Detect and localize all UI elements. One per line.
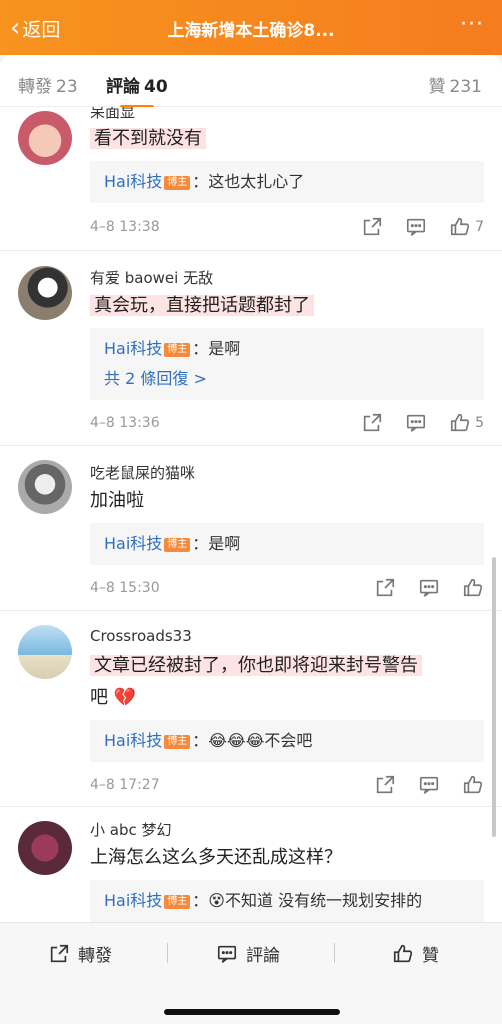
comment-actions	[352, 577, 484, 599]
reply-box[interactable]: Hai科技 博主 ：是啊 共 2 條回復 >	[90, 328, 484, 400]
comment-username[interactable]: 吃老鼠屎的猫咪	[90, 462, 195, 483]
author-badge: 博主	[164, 895, 191, 909]
reply-text: ：😂😂😂不会吧	[192, 731, 313, 750]
comment-icon[interactable]	[418, 577, 440, 599]
reply-author[interactable]: Hai科技	[104, 891, 162, 910]
like-icon[interactable]	[449, 412, 471, 434]
share-icon[interactable]	[374, 774, 396, 796]
tab-repost-count: 23	[56, 77, 78, 97]
comment-item: 呆面显 看不到就没有 Hai科技 博主 ：这也太扎心了 4–8 13:38 7	[0, 107, 502, 251]
like-icon[interactable]	[462, 577, 484, 599]
comment-item: 小 abc 梦幻 上海怎么这么多天还乱成这样？ Hai科技 博主 ：😵不知道 没有统…	[0, 807, 502, 922]
author-badge: 博主	[164, 343, 191, 357]
page-title: 上海新增本土确诊8...	[167, 21, 335, 41]
reply-author[interactable]: Hai科技	[104, 731, 162, 750]
share-icon[interactable]	[361, 412, 383, 434]
reply-author[interactable]: Hai科技	[104, 172, 162, 191]
tab-comment-count: 40	[144, 77, 168, 97]
avatar[interactable]	[18, 460, 72, 514]
reply-box[interactable]: Hai科技 博主 ：😂😂😂不会吧	[90, 720, 484, 762]
comment-username[interactable]: 小 abc 梦幻	[90, 819, 172, 840]
avatar[interactable]	[18, 266, 72, 320]
comment-label: 評論	[246, 946, 280, 966]
back-label: 返回	[22, 18, 61, 41]
home-indicator[interactable]	[164, 1009, 340, 1015]
repost-button[interactable]: 轉發	[48, 941, 112, 966]
avatar[interactable]	[18, 821, 72, 875]
comment-actions	[352, 774, 484, 796]
divider	[167, 943, 168, 963]
share-icon[interactable]	[361, 216, 383, 238]
comment-username[interactable]: 有爱 baowei 无敌	[90, 267, 213, 288]
more-icon[interactable]: ···	[460, 12, 484, 37]
like-icon[interactable]	[462, 774, 484, 796]
avatar[interactable]	[18, 625, 72, 679]
tab-comment[interactable]: 評論 40	[106, 72, 168, 109]
like-icon	[393, 944, 413, 962]
comment-item: 有爱 baowei 无敌 真会玩，直接把话题都封了 Hai科技 博主 ：是啊 共 2…	[0, 251, 502, 446]
comment-item: 吃老鼠屎的猫咪 加油啦 Hai科技 博主 ：是啊 4–8 15:30	[0, 446, 502, 611]
reply-text: ：这也太扎心了	[192, 172, 305, 191]
comment-time: 4–8 13:38	[90, 219, 160, 235]
comment-text: 文章已经被封了，你也即将迎来封号警告 吧 💔	[90, 650, 422, 714]
scrollbar[interactable]	[492, 557, 496, 837]
tab-bar: 轉發 23 評論 40 贊 231	[0, 55, 502, 109]
tab-like-count: 231	[449, 77, 482, 97]
share-icon[interactable]	[374, 577, 396, 599]
reply-text: ：是啊	[192, 534, 241, 553]
reply-box[interactable]: Hai科技博主：😵不知道 没有统一规划安排的 样子	[90, 880, 484, 922]
comment-text: 真会玩，直接把话题都封了	[90, 290, 314, 322]
comment-icon[interactable]	[405, 216, 427, 238]
like-label: 贊	[422, 946, 439, 966]
comment-username[interactable]: 呆面显	[90, 107, 135, 122]
comment-actions: 5	[339, 412, 484, 434]
comment-item: Crossroads33 文章已经被封了，你也即将迎来封号警告 吧 💔 Hai科…	[0, 611, 502, 807]
comment-actions: 7	[339, 216, 484, 238]
comment-time: 4–8 13:36	[90, 415, 160, 431]
comment-icon[interactable]	[418, 774, 440, 796]
bottom-action-bar: 轉發 評論 贊	[0, 922, 502, 1024]
author-badge: 博主	[164, 176, 191, 190]
divider	[334, 943, 335, 963]
tab-comment-label: 評論	[106, 77, 140, 97]
reply-text: ：😵不知道 没有统一规划安排的	[192, 891, 423, 910]
comment-text: 加油啦	[90, 490, 144, 511]
reply-author[interactable]: Hai科技	[104, 339, 162, 358]
comment-text: 上海怎么这么多天还乱成这样？	[90, 847, 342, 868]
comment-icon	[217, 945, 237, 963]
comment-list[interactable]: 呆面显 看不到就没有 Hai科技 博主 ：这也太扎心了 4–8 13:38 7 有爱…	[0, 107, 502, 922]
tab-repost-label: 轉發	[18, 77, 52, 97]
tab-like[interactable]: 贊 231	[429, 72, 482, 97]
repost-label: 轉發	[78, 946, 112, 966]
back-button[interactable]: ‹ 返回	[10, 12, 60, 44]
like-count: 7	[475, 219, 484, 235]
avatar[interactable]	[18, 111, 72, 165]
share-icon	[50, 944, 69, 962]
author-badge: 博主	[164, 735, 191, 749]
comment-time: 4–8 15:30	[90, 580, 160, 596]
tab-repost[interactable]: 轉發 23	[18, 72, 78, 97]
chevron-left-icon: ‹	[10, 13, 21, 43]
comment-time: 4–8 17:27	[90, 777, 160, 793]
like-button[interactable]: 贊	[392, 941, 439, 966]
like-count: 5	[475, 415, 484, 431]
top-nav-bar: ‹ 返回 上海新增本土确诊8... ···	[0, 0, 502, 55]
comment-icon[interactable]	[405, 412, 427, 434]
reply-box[interactable]: Hai科技 博主 ：是啊	[90, 523, 484, 565]
reply-box[interactable]: Hai科技 博主 ：这也太扎心了	[90, 161, 484, 203]
reply-author[interactable]: Hai科技	[104, 534, 162, 553]
author-badge: 博主	[164, 538, 191, 552]
reply-text: ：是啊	[192, 339, 241, 358]
comment-text: 看不到就没有	[90, 123, 206, 155]
comment-button[interactable]: 評論	[216, 941, 280, 966]
comment-username[interactable]: Crossroads33	[90, 627, 192, 645]
view-more-replies-link[interactable]: 共 2 條回復 >	[104, 364, 470, 394]
tab-like-label: 贊	[428, 77, 446, 97]
like-icon[interactable]	[449, 216, 471, 238]
